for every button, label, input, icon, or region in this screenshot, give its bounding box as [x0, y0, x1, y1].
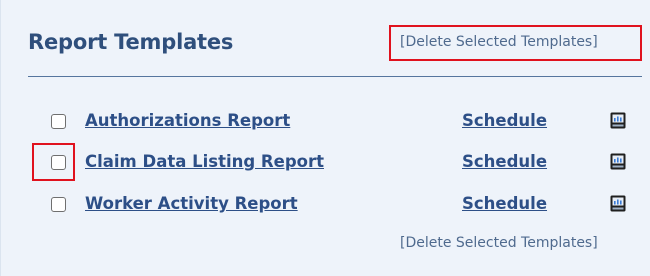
schedule-link[interactable]: Schedule: [462, 111, 547, 130]
delete-selected-templates-link-bottom[interactable]: [Delete Selected Templates]: [400, 235, 598, 251]
highlight-box-checkbox: [32, 143, 75, 181]
report-link[interactable]: Claim Data Listing Report: [85, 152, 324, 171]
report-link[interactable]: Worker Activity Report: [85, 194, 298, 213]
report-templates-panel: Report Templates [Delete Selected Templa…: [0, 0, 650, 276]
schedule-link[interactable]: Schedule: [462, 194, 547, 213]
report-row: Claim Data Listing Report Schedule: [1, 152, 650, 189]
report-icon[interactable]: [610, 195, 626, 212]
report-icon[interactable]: [610, 112, 626, 129]
title-divider: [28, 76, 642, 77]
report-row: Worker Activity Report Schedule: [1, 194, 650, 231]
panel-title: Report Templates: [28, 30, 234, 54]
highlight-box-delete-top: [389, 25, 642, 61]
report-row: Authorizations Report Schedule: [1, 111, 650, 148]
report-checkbox[interactable]: [51, 197, 66, 212]
report-link[interactable]: Authorizations Report: [85, 111, 290, 130]
schedule-link[interactable]: Schedule: [462, 152, 547, 171]
report-icon[interactable]: [610, 153, 626, 170]
report-checkbox[interactable]: [51, 114, 66, 129]
